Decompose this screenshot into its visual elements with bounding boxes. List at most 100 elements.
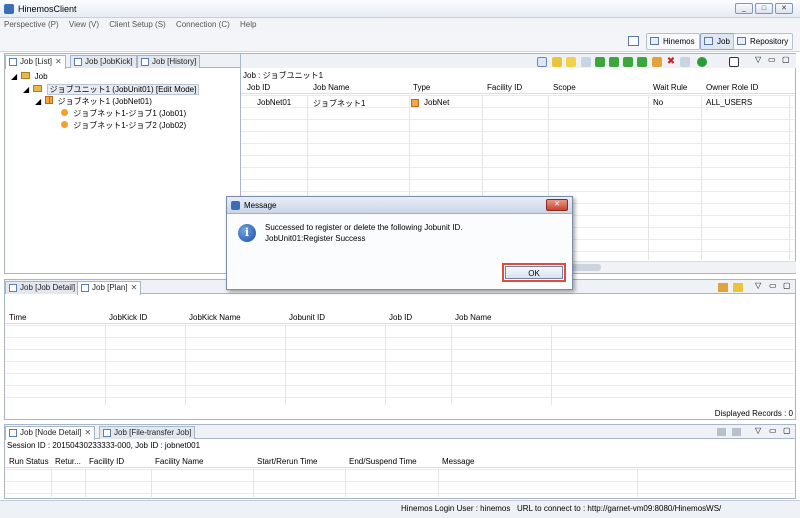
- close-button[interactable]: ✕: [775, 3, 793, 14]
- close-icon[interactable]: ✕: [55, 57, 62, 66]
- col-start-time[interactable]: Start/Rerun Time: [257, 457, 317, 466]
- perspective-hinemos[interactable]: Hinemos: [646, 33, 700, 50]
- minimize-view-icon[interactable]: ▭: [769, 281, 777, 290]
- jobnet-icon: [411, 99, 419, 107]
- tree-jobunit[interactable]: ◢ ジョブユニット1 (JobUnit01) [Edit Mode]: [23, 84, 200, 95]
- maximize-view-icon[interactable]: ▢: [783, 426, 791, 435]
- expand-arrow-icon[interactable]: ◢: [23, 85, 29, 94]
- plan-filter-icon[interactable]: [733, 283, 743, 292]
- start-icon[interactable]: [697, 57, 707, 67]
- col-job-id[interactable]: Job ID: [247, 83, 270, 92]
- register-icon[interactable]: [729, 57, 739, 67]
- session-info: Session ID : 20150430233333-000, Job ID …: [7, 441, 201, 450]
- col-job-id[interactable]: Job ID: [389, 313, 412, 322]
- tree-job-1[interactable]: ジョブネット1-ジョブ1 (Job01): [61, 108, 186, 119]
- view-menu-icon[interactable]: ▽: [755, 281, 761, 290]
- table-row[interactable]: JobNet01 ジョブネット1 JobNet No ALL_USERS: [241, 98, 796, 110]
- maximize-view-icon[interactable]: ▢: [782, 55, 790, 64]
- tab-job-list[interactable]: Job [List] ✕: [5, 55, 66, 69]
- message-dialog: Message ✕ i Successed to register or del…: [226, 196, 573, 290]
- col-time[interactable]: Time: [9, 313, 26, 322]
- job-list-pane: Job [List] ✕ Job [JobKick] Job [History] …: [4, 53, 241, 274]
- resume-icon[interactable]: [717, 428, 726, 436]
- view-menu-icon[interactable]: ▽: [755, 426, 761, 435]
- col-jobkick-name[interactable]: JobKick Name: [189, 313, 241, 322]
- dialog-message-line1: Successed to register or delete the foll…: [265, 223, 463, 232]
- col-run-status[interactable]: Run Status: [9, 457, 49, 466]
- col-return[interactable]: Retur...: [55, 457, 81, 466]
- expand-arrow-icon[interactable]: ◢: [11, 72, 17, 81]
- perspective-repository[interactable]: Repository: [733, 33, 794, 50]
- add-jobnet-icon[interactable]: [609, 57, 619, 67]
- col-job-name[interactable]: Job Name: [455, 313, 491, 322]
- open-perspective-icon[interactable]: [628, 36, 639, 46]
- col-message[interactable]: Message: [442, 457, 474, 466]
- edit-mode-icon[interactable]: [581, 57, 591, 67]
- stop-icon[interactable]: [732, 428, 741, 436]
- job-table-header: Job ID Job Name Type Facility ID Scope W…: [241, 82, 795, 94]
- view-icon: [74, 58, 82, 66]
- job-icon: [61, 121, 68, 128]
- run-icon[interactable]: [552, 57, 562, 67]
- menu-perspective[interactable]: Perspective (P): [0, 18, 63, 31]
- close-icon[interactable]: ✕: [131, 283, 138, 292]
- close-icon[interactable]: ✕: [84, 428, 91, 437]
- view-icon: [9, 58, 17, 66]
- col-facility-name[interactable]: Facility Name: [155, 457, 203, 466]
- tree-job-2[interactable]: ジョブネット1-ジョブ2 (Job02): [61, 120, 186, 131]
- maximize-view-icon[interactable]: ▢: [783, 281, 791, 290]
- plan-settings-icon[interactable]: [718, 283, 728, 292]
- add-jobunit-icon[interactable]: [595, 57, 605, 67]
- status-bar: Hinemos Login User : hinemos URL to conn…: [0, 500, 800, 518]
- add-job-icon[interactable]: [623, 57, 633, 67]
- dialog-close-button[interactable]: ✕: [546, 199, 568, 211]
- delete-icon[interactable]: ✖: [666, 57, 676, 67]
- modify-pencil-icon[interactable]: [652, 57, 662, 67]
- menu-client-setup[interactable]: Client Setup (S): [105, 18, 169, 31]
- connect-url: URL to connect to : http://garnet-vm09:8…: [517, 504, 722, 513]
- menu-view[interactable]: View (V): [65, 18, 103, 31]
- tab-job-history[interactable]: Job [History]: [137, 55, 201, 68]
- cell-type: JobNet: [424, 98, 450, 107]
- view-menu-icon[interactable]: ▽: [755, 55, 761, 64]
- tab-file-transfer[interactable]: Job [File-transfer Job]: [99, 426, 196, 439]
- add-file-job-icon[interactable]: [637, 57, 647, 67]
- tab-job-kick[interactable]: Job [JobKick]: [70, 55, 137, 68]
- col-scope[interactable]: Scope: [553, 83, 576, 92]
- tab-job-plan[interactable]: Job [Plan] ✕: [77, 281, 142, 295]
- expand-arrow-icon[interactable]: ◢: [35, 97, 41, 106]
- check-icon[interactable]: [566, 57, 576, 67]
- tree-root[interactable]: ◢ Job: [11, 72, 48, 81]
- maximize-button[interactable]: □: [755, 3, 773, 14]
- ok-button[interactable]: OK: [505, 266, 563, 279]
- col-jobkick-id[interactable]: JobKick ID: [109, 313, 147, 322]
- refresh-icon[interactable]: [537, 57, 547, 67]
- tab-node-detail[interactable]: Job [Node Detail] ✕: [5, 426, 96, 440]
- minimize-button[interactable]: _: [735, 3, 753, 14]
- perspective-job[interactable]: Job: [700, 33, 735, 50]
- col-end-time[interactable]: End/Suspend Time: [349, 457, 417, 466]
- cell-owner-role: ALL_USERS: [706, 98, 753, 107]
- col-job-name[interactable]: Job Name: [313, 83, 349, 92]
- menu-connection[interactable]: Connection (C): [172, 18, 234, 31]
- col-facility-id[interactable]: Facility ID: [487, 83, 522, 92]
- col-type[interactable]: Type: [413, 83, 430, 92]
- minimize-view-icon[interactable]: ▭: [769, 426, 777, 435]
- col-facility-id[interactable]: Facility ID: [89, 457, 124, 466]
- menu-bar: Perspective (P) View (V) Client Setup (S…: [0, 18, 800, 31]
- folder-icon: [21, 72, 31, 79]
- tree-jobnet[interactable]: ◢ ジョブネット1 (JobNet01): [35, 96, 152, 107]
- col-jobunit-id[interactable]: Jobunit ID: [289, 313, 325, 322]
- cell-job-name: ジョブネット1: [313, 99, 366, 108]
- col-owner-role[interactable]: Owner Role ID: [706, 83, 758, 92]
- menu-help[interactable]: Help: [236, 18, 260, 31]
- jobnet-icon: [45, 96, 54, 104]
- tab-job-detail[interactable]: Job [Job Detail]: [5, 281, 80, 294]
- plan-table-body: [5, 325, 795, 405]
- view-icon: [103, 429, 111, 437]
- copy-icon[interactable]: [680, 57, 690, 67]
- node-tabs: Job [Node Detail] ✕ Job [File-transfer Jo…: [5, 425, 795, 440]
- col-wait-rule[interactable]: Wait Rule: [653, 83, 687, 92]
- minimize-view-icon[interactable]: ▭: [768, 55, 776, 64]
- app-icon: [231, 201, 240, 210]
